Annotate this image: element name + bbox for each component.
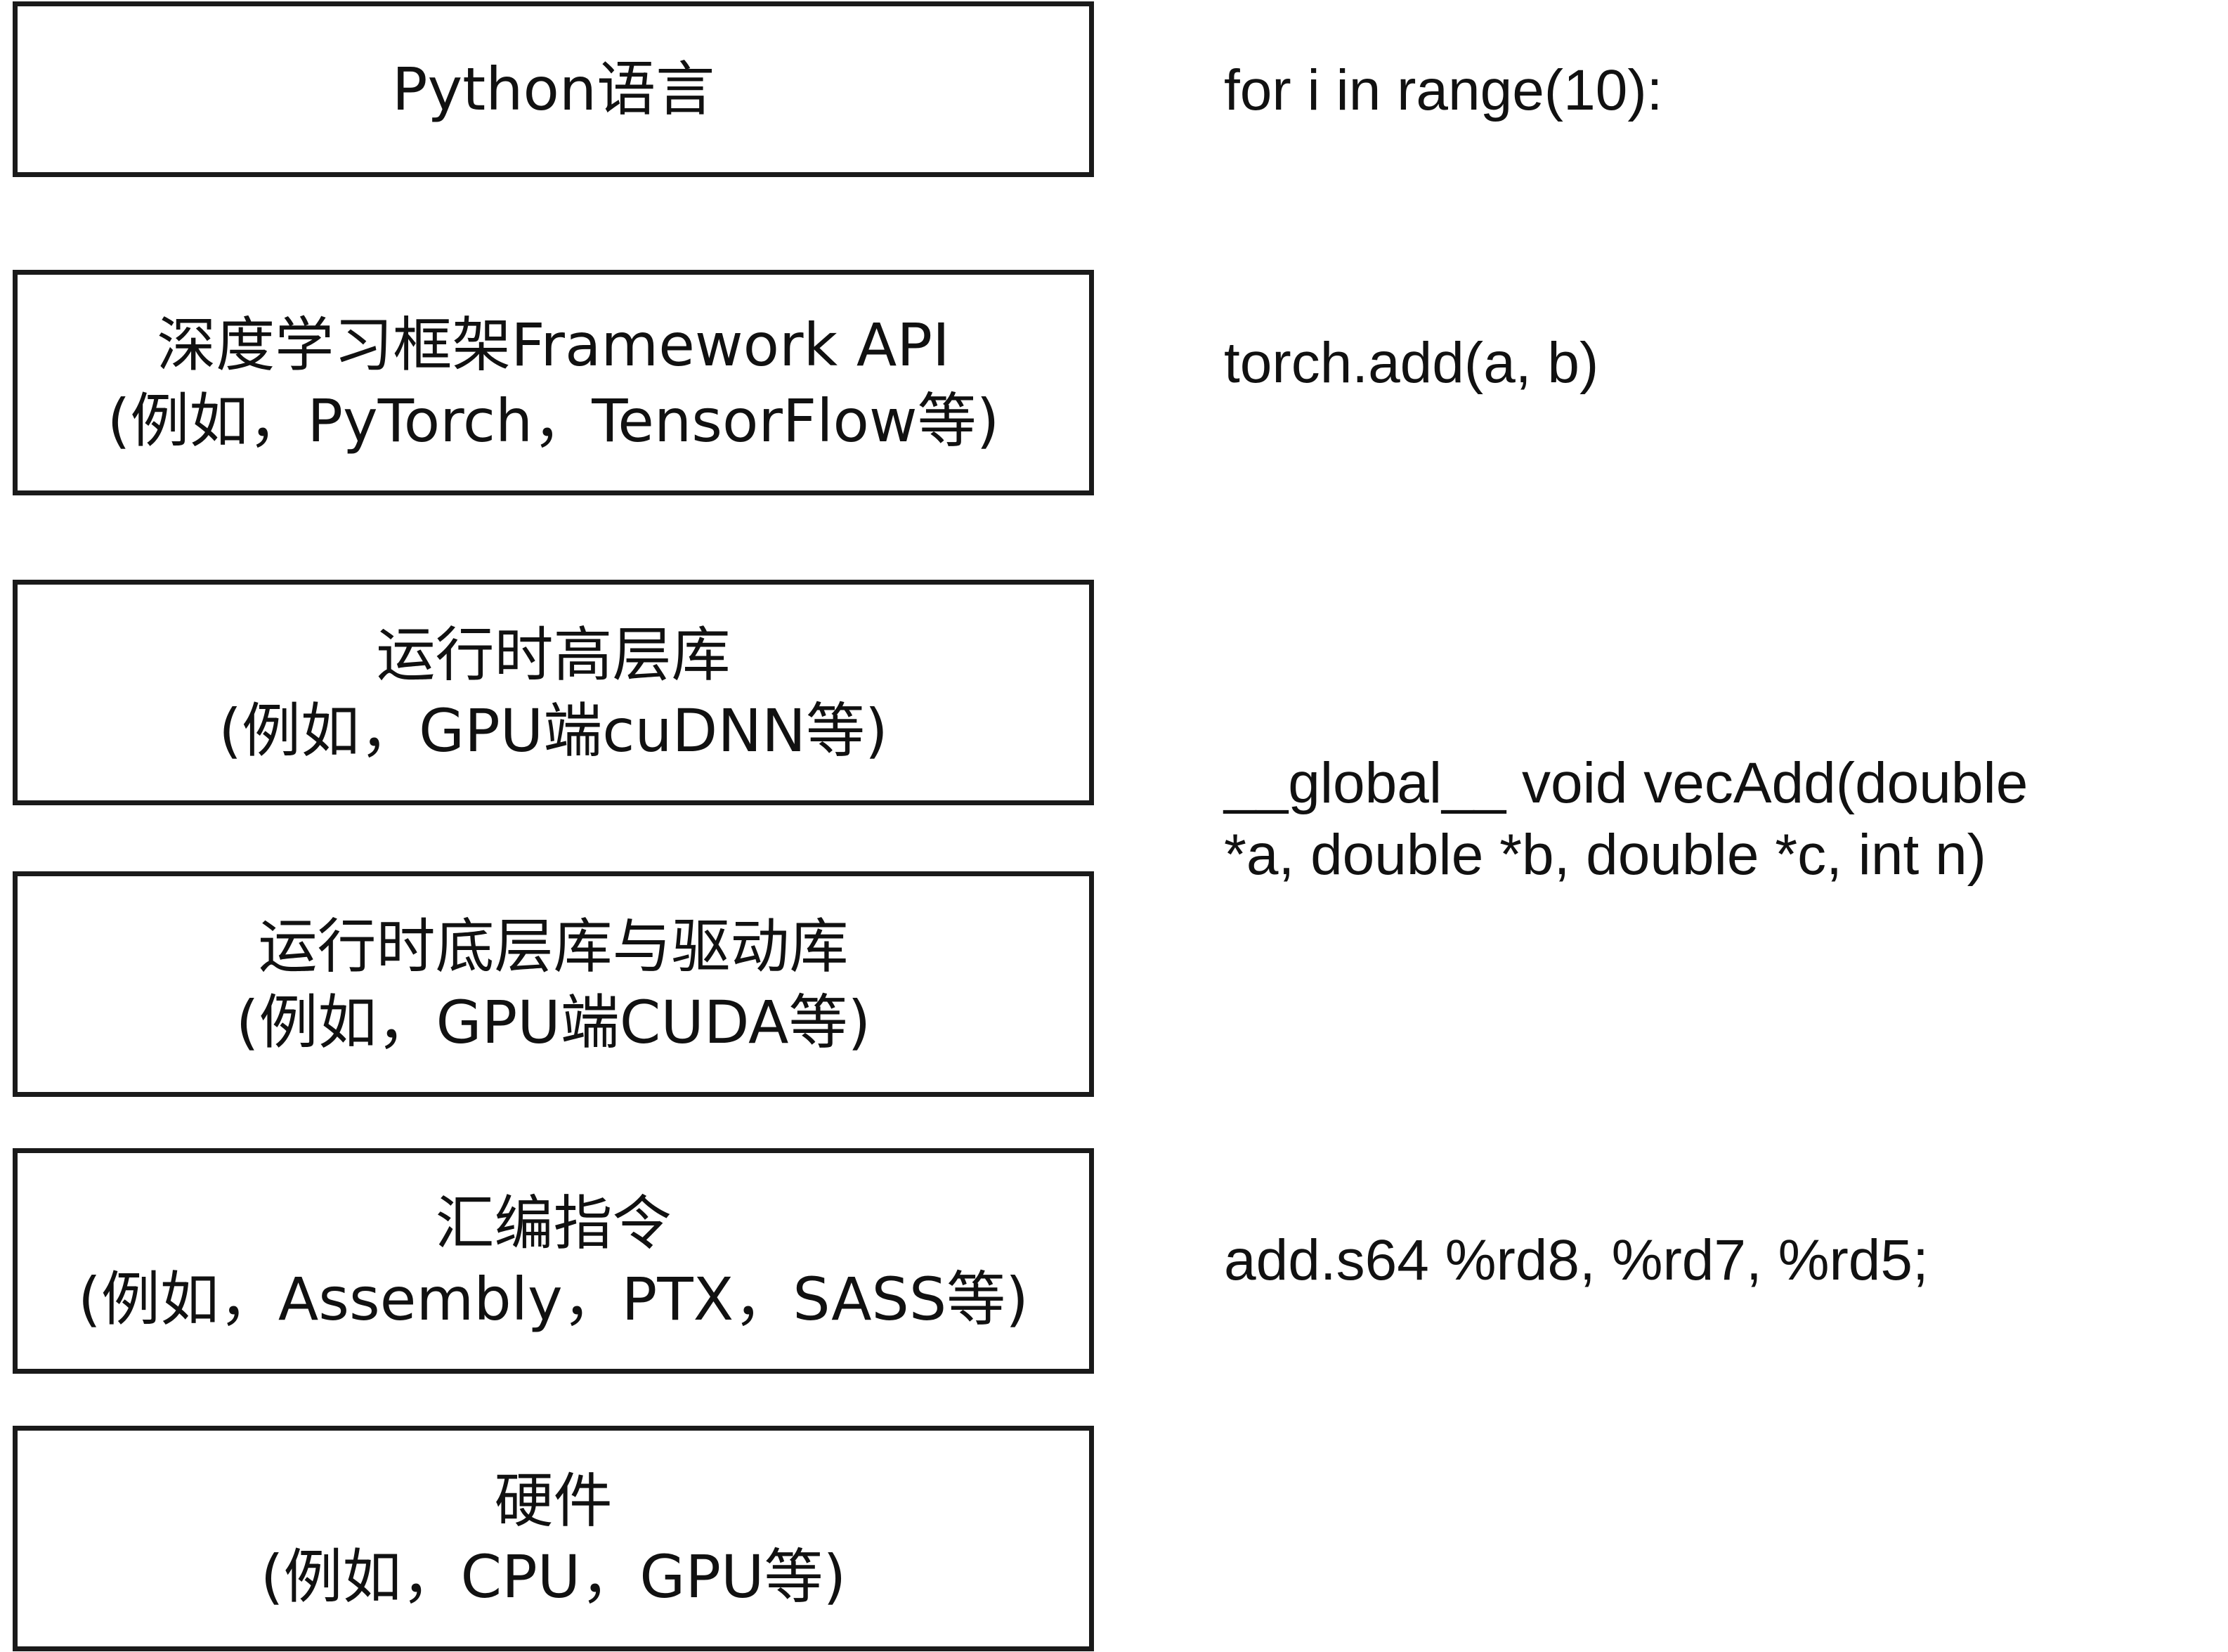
layer-title-assembly: 汇编指令 [435,1188,672,1258]
code-line: torch.add(a, b) [1224,331,1599,395]
layer-subtitle-high-level-runtime: (例如，GPU端cuDNN等) [219,696,888,765]
code-line: for i in range(10): [1224,58,1663,122]
layer-subtitle-low-level-runtime: (例如，GPU端CUDA等) [235,987,871,1057]
code-line: __global__ void vecAdd(double [1224,751,2028,815]
layer-box-framework-api: 深度学习框架Framework API (例如，PyTorch，TensorFl… [13,270,1094,495]
code-line: *a, double *b, double *c, int n) [1224,823,1986,887]
layer-box-high-level-runtime: 运行时高层库 (例如，GPU端cuDNN等) [13,580,1094,805]
code-line: add.s64 %rd8, %rd7, %rd5; [1224,1228,1929,1292]
code-example-cuda-kernel: __global__ void vecAdd(double *a, double… [1224,748,2028,891]
layer-title-framework-api: 深度学习框架Framework API [157,310,950,379]
layer-title-low-level-runtime: 运行时底层库与驱动库 [258,911,849,981]
layer-title-high-level-runtime: 运行时高层库 [376,620,731,689]
layer-subtitle-assembly: (例如，Assembly，PTX，SASS等) [78,1264,1029,1334]
code-example-assembly: add.s64 %rd8, %rd7, %rd5; [1224,1225,1929,1296]
layer-box-hardware: 硬件 (例如，CPU，GPU等) [13,1426,1094,1651]
layer-box-python: Python语言 [13,1,1094,177]
layer-subtitle-framework-api: (例如，PyTorch，TensorFlow等) [107,386,1000,455]
layer-box-low-level-runtime: 运行时底层库与驱动库 (例如，GPU端CUDA等) [13,871,1094,1097]
layer-title-hardware: 硬件 [494,1466,613,1535]
layer-title-python: Python语言 [391,55,715,124]
code-example-python: for i in range(10): [1224,55,1662,126]
code-example-framework: torch.add(a, b) [1224,327,1598,399]
layer-box-assembly: 汇编指令 (例如，Assembly，PTX，SASS等) [13,1148,1094,1374]
layer-subtitle-hardware: (例如，CPU，GPU等) [260,1542,847,1611]
